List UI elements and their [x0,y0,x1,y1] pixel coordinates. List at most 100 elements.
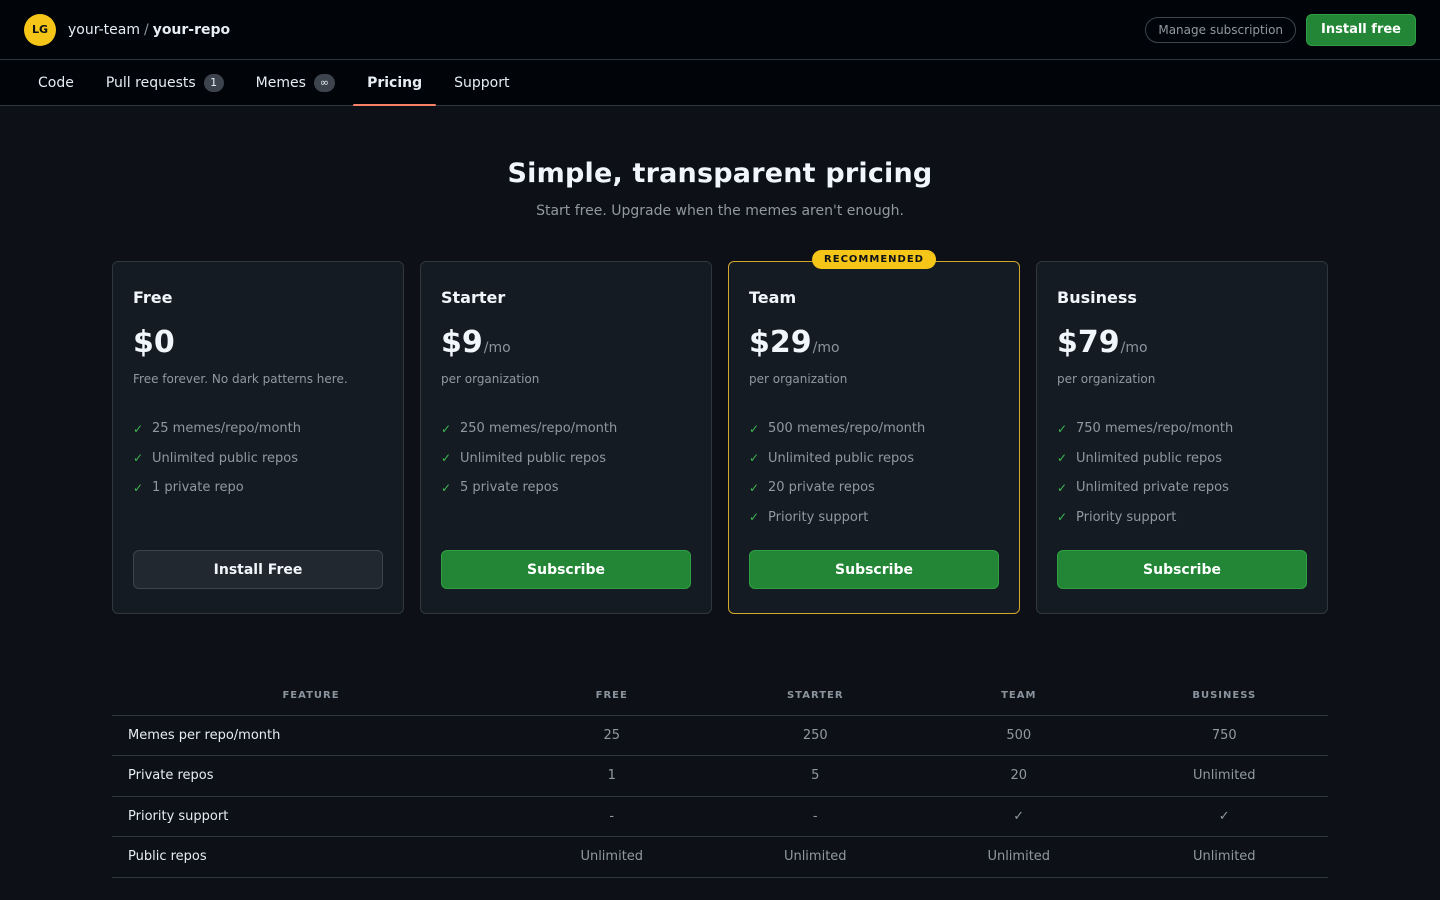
install-free-button[interactable]: Install free [1306,13,1416,46]
row-feature-name: Priority support [112,796,510,837]
plan-card-free: Free $0 Free forever. No dark patterns h… [112,261,404,614]
feature-text: 25 memes/repo/month [152,421,301,437]
breadcrumb-team[interactable]: your-team [68,22,140,38]
feature-text: 1 private repo [152,480,244,496]
feature-item: ✓ Unlimited public repos [133,444,383,474]
check-icon: ✓ [441,451,452,466]
feature-list: ✓ 250 memes/repo/month ✓ Unlimited public … [441,414,691,550]
table-cell: 25 [510,715,714,756]
check-icon: ✓ [749,510,760,525]
table-row: Priority support - - ✓ ✓ [112,796,1328,837]
feature-item: ✓ 250 memes/repo/month [441,414,691,444]
feature-text: 20 private repos [768,480,875,496]
tab-label: Code [38,74,74,91]
table-row: Memes per repo/month 25 250 500 750 [112,715,1328,756]
column-header-team: TEAM [917,677,1121,716]
tab-pull-requests[interactable]: Pull requests 1 [92,60,238,105]
row-feature-name: Public repos [112,836,510,878]
tab-memes[interactable]: Memes ∞ [242,60,349,105]
table-cell: 500 [917,715,1121,756]
column-header-feature: FEATURE [112,677,510,716]
table-cell: ✓ [917,796,1121,837]
plan-description: Free forever. No dark patterns here. [133,372,348,386]
price-period: /mo [483,340,511,356]
check-icon: ✓ [441,421,452,436]
feature-text: Unlimited public repos [768,450,915,466]
table-header-row: FEATURE FREE STARTER TEAM BUSINESS [112,677,1328,716]
feature-text: Unlimited public repos [460,450,607,466]
feature-item: ✓ Priority support [1057,503,1307,533]
brand: LG your-team / your-repo [24,13,230,46]
table-cell: - [713,796,917,837]
feature-item: ✓ Unlimited public repos [1057,444,1307,474]
subscribe-business-button[interactable]: Subscribe [1057,550,1307,589]
check-icon: ✓ [749,421,760,436]
feature-item: ✓ Priority support [749,503,999,533]
subscribe-starter-button[interactable]: Subscribe [441,550,691,589]
feature-item: ✓ 25 memes/repo/month [133,414,383,444]
check-icon: ✓ [133,451,144,466]
row-feature-name: Memes per repo/month [112,715,510,756]
feature-text: Unlimited private repos [1076,480,1229,496]
tab-code[interactable]: Code [24,60,88,105]
price-amount: $29 [749,325,812,360]
tab-pricing[interactable]: Pricing [353,60,437,106]
plan-name: Business [1057,288,1137,307]
feature-item: ✓ 5 private repos [441,473,691,503]
page-title: Simple, transparent pricing [507,158,933,189]
breadcrumb-separator: / [143,21,149,38]
price-period: /mo [1120,340,1148,356]
table-cell: - [510,796,714,837]
comparison-table: FEATURE FREE STARTER TEAM BUSINESS Memes… [112,677,1328,878]
tab-label: Memes [255,74,306,91]
plan-card-business: Business $79/mo per organization ✓ 750 me… [1036,261,1328,614]
plan-description: per organization [1057,372,1156,386]
price-amount: $0 [133,325,175,360]
table-cell: Unlimited [510,836,714,878]
tab-support[interactable]: Support [440,60,523,105]
check-icon: ✓ [133,480,144,495]
plan-price: $0 [133,325,383,360]
feature-text: Unlimited public repos [152,450,299,466]
table-cell: Unlimited [1120,836,1328,878]
plan-name: Free [133,288,173,307]
table-cell: Unlimited [1120,755,1328,797]
plan-description: per organization [749,372,848,386]
feature-list: ✓ 750 memes/repo/month ✓ Unlimited public … [1057,414,1307,550]
breadcrumb-repo[interactable]: your-repo [153,22,230,38]
plan-description: per organization [441,372,540,386]
table-row: Public repos Unlimited Unlimited Unlimit… [112,836,1328,878]
feature-list: ✓ 500 memes/repo/month ✓ Unlimited public … [749,414,999,550]
subscribe-team-button[interactable]: Subscribe [749,550,999,589]
avatar[interactable]: LG [24,13,56,46]
check-icon: ✓ [1057,480,1068,495]
check-icon: ✓ [1057,510,1068,525]
pricing-hero: Simple, transparent pricing Start free. … [0,106,1440,219]
table-cell: 1 [510,755,714,797]
feature-text: 750 memes/repo/month [1076,421,1234,437]
feature-text: 5 private repos [460,480,559,496]
plan-card-team: RECOMMENDED Team $29/mo per organization… [728,250,1020,614]
table-cell: 750 [1120,715,1328,756]
table-cell: 250 [713,715,917,756]
feature-item: ✓ 1 private repo [133,473,383,503]
column-header-free: FREE [510,677,714,716]
plan-price: $9/mo [441,325,691,360]
breadcrumb: your-team / your-repo [68,22,230,38]
tab-count-badge: ∞ [313,73,336,92]
manage-subscription-button[interactable]: Manage subscription [1145,16,1297,43]
table-row: Private repos 1 5 20 Unlimited [112,755,1328,797]
price-amount: $9 [441,325,483,360]
feature-text: Priority support [768,509,869,525]
pricing-cards: Free $0 Free forever. No dark patterns h… [112,250,1328,614]
feature-item: ✓ 20 private repos [749,473,999,503]
install-free-plan-button[interactable]: Install Free [133,550,383,589]
recommended-badge: RECOMMENDED [812,250,936,269]
top-actions: Manage subscription Install free [1145,13,1416,46]
check-icon: ✓ [1057,421,1068,436]
repo-tabs: Code Pull requests 1 Memes ∞ Pricing Sup… [0,60,1440,106]
table-cell: ✓ [1120,796,1328,837]
feature-item: ✓ Unlimited public repos [749,444,999,474]
check-icon: ✓ [749,451,760,466]
tab-label: Pull requests [105,74,196,91]
